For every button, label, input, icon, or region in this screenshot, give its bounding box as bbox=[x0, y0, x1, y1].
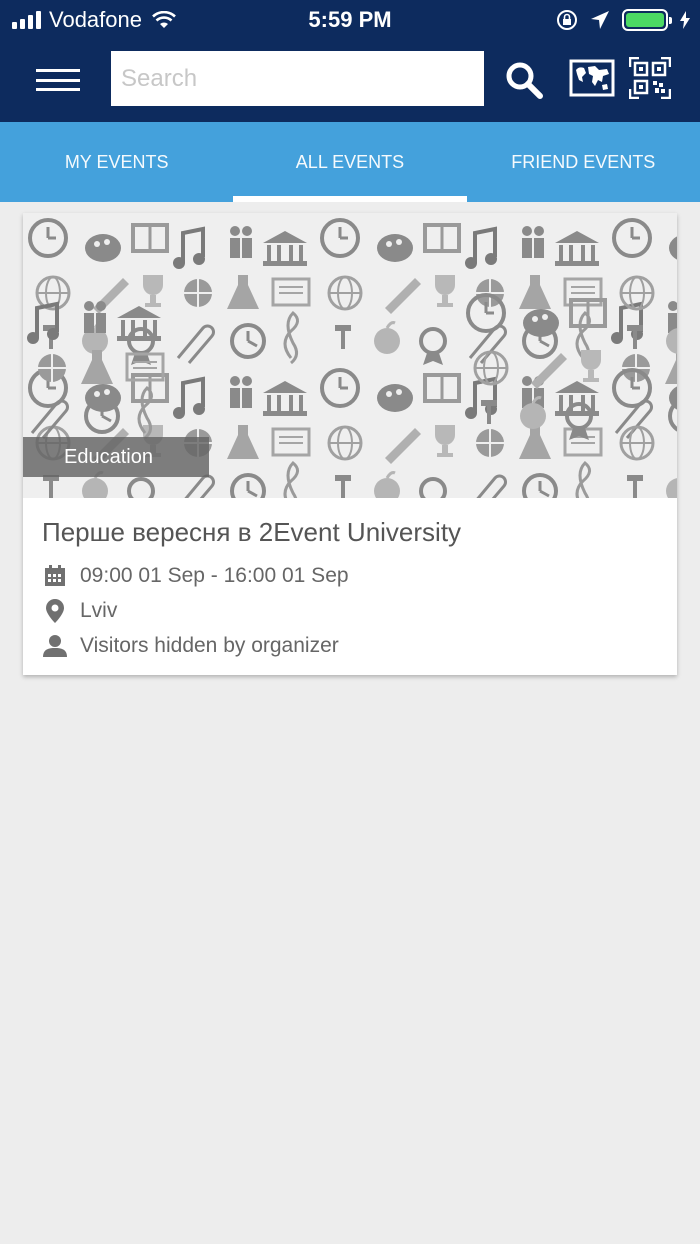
event-visitors-row: Visitors hidden by organizer bbox=[42, 633, 339, 659]
status-bar: Vodafone 5:59 PM bbox=[0, 0, 700, 40]
event-location: Lviv bbox=[80, 599, 118, 622]
world-map-icon[interactable] bbox=[568, 56, 616, 100]
search-icon[interactable] bbox=[502, 58, 546, 102]
calendar-icon bbox=[42, 563, 68, 589]
category-badge: Education bbox=[23, 437, 209, 477]
tab-label: FRIEND EVENTS bbox=[511, 151, 656, 172]
status-right bbox=[556, 6, 690, 34]
event-cover-image: Education bbox=[23, 213, 677, 498]
event-datetime: 09:00 01 Sep - 16:00 01 Sep bbox=[80, 564, 349, 587]
event-card[interactable]: Education Перше вересня в 2Event Univers… bbox=[23, 213, 677, 675]
category-label: Education bbox=[64, 445, 153, 468]
event-visitors: Visitors hidden by organizer bbox=[80, 634, 339, 657]
location-arrow-icon bbox=[591, 11, 609, 29]
hamburger-icon[interactable] bbox=[36, 66, 80, 94]
battery-icon bbox=[622, 9, 672, 31]
search-input[interactable] bbox=[111, 51, 484, 106]
event-location-row: Lviv bbox=[42, 598, 117, 624]
orientation-lock-icon bbox=[557, 10, 577, 30]
tab-label: ALL EVENTS bbox=[295, 151, 405, 172]
location-pin-icon bbox=[42, 598, 68, 624]
event-datetime-row: 09:00 01 Sep - 16:00 01 Sep bbox=[42, 563, 349, 589]
battery-level bbox=[626, 13, 664, 27]
person-icon bbox=[42, 633, 68, 659]
qr-code-icon[interactable] bbox=[628, 56, 672, 100]
tab-label: MY EVENTS bbox=[64, 151, 169, 172]
tab-friend-events[interactable]: FRIEND EVENTS bbox=[467, 122, 700, 202]
app-bar bbox=[0, 40, 700, 122]
tab-bar: MY EVENTS ALL EVENTS FRIEND EVENTS bbox=[0, 122, 700, 202]
tab-all-events[interactable]: ALL EVENTS bbox=[233, 122, 467, 202]
event-title: Перше вересня в 2Event University bbox=[42, 517, 462, 547]
tab-my-events[interactable]: MY EVENTS bbox=[0, 122, 233, 202]
charging-icon bbox=[680, 11, 690, 29]
